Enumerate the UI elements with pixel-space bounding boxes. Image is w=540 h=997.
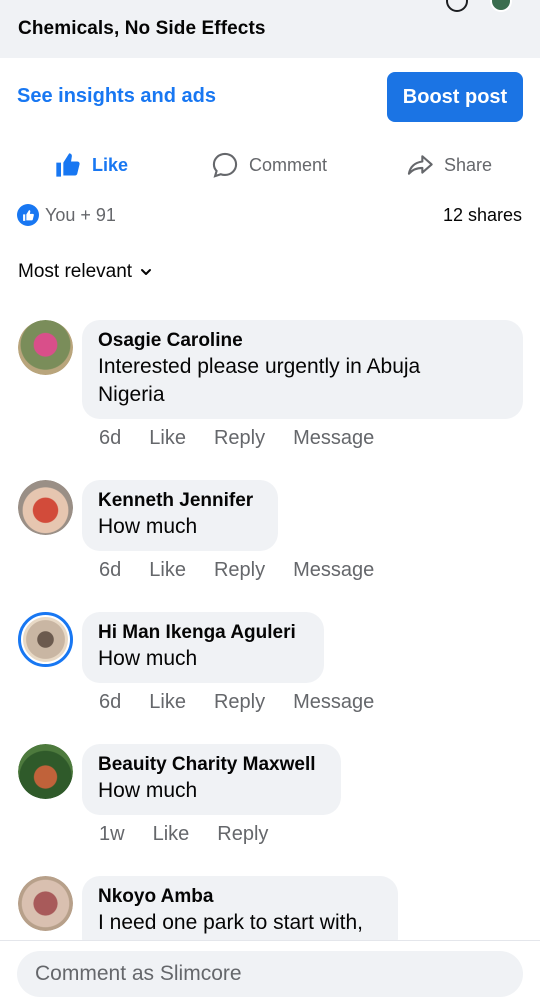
comment-like-action[interactable]: Like [149,427,186,450]
commenter-name[interactable]: Kenneth Jennifer [98,489,262,513]
comment-reply-action[interactable]: Reply [217,823,268,846]
comment-message-action[interactable]: Message [293,559,374,582]
comment-message-action[interactable]: Message [293,691,374,714]
comment-like-action[interactable]: Like [153,823,190,846]
comment-bubble-icon [212,152,238,178]
comment-reply-action[interactable]: Reply [214,427,265,450]
comment-meta: 6d Like Reply Message [99,691,402,714]
comment-meta: 6d Like Reply Message [99,427,402,450]
comment-text: I need one park to start with, [98,911,363,934]
comment-meta: 1w Like Reply [99,823,296,846]
comment-label: Comment [249,154,328,175]
share-arrow-icon [407,155,433,175]
comment-like-action[interactable]: Like [149,559,186,582]
like-reaction-icon [17,204,39,226]
see-insights-link[interactable]: See insights and ads [17,85,216,108]
reaction-summary[interactable]: You + 91 [17,204,116,226]
comment-time: 6d [99,559,122,581]
like-button[interactable]: Like [54,140,128,190]
top-cut-icons [446,0,512,12]
avatar[interactable] [18,480,73,535]
like-label: Like [92,154,129,175]
comment-time: 6d [99,427,122,449]
post-caption-text: Chemicals, No Side Effects [18,18,266,39]
post-caption-area: Chemicals, No Side Effects [0,0,540,58]
profile-avatar[interactable] [490,0,512,12]
share-button[interactable]: Share [406,140,492,190]
avatar[interactable] [18,876,73,931]
boost-post-button[interactable]: Boost post [387,72,523,122]
comment-text: Interested please urgently in Abuja [98,355,421,378]
avatar[interactable] [18,612,73,667]
avatar[interactable] [18,320,73,375]
avatar[interactable] [18,744,73,799]
sort-label: Most relevant [18,261,133,282]
comment-time: 1w [99,823,125,845]
comment-text: Nigeria [98,383,165,406]
search-icon[interactable] [446,0,468,12]
comment-text: How much [98,647,198,670]
comment-sort-dropdown[interactable]: Most relevant [18,261,152,283]
comment-text: How much [98,779,198,802]
comment-composer [0,940,540,997]
comment-bubble[interactable]: Osagie Caroline Interested please urgent… [82,320,523,419]
commenter-name[interactable]: Beauity Charity Maxwell [98,753,325,777]
comment-reply-action[interactable]: Reply [214,691,265,714]
comment-like-action[interactable]: Like [149,691,186,714]
comment-button[interactable]: Comment [211,140,327,190]
share-label: Share [444,154,493,175]
chevron-down-icon [141,269,152,275]
comment-meta: 6d Like Reply Message [99,559,402,582]
commenter-name[interactable]: Nkoyo Amba [98,885,382,909]
post-action-row: Like Comment Share [0,140,540,190]
commenter-name[interactable]: Hi Man Ikenga Aguleri [98,621,308,645]
comment-reply-action[interactable]: Reply [214,559,265,582]
comment-time: 6d [99,691,122,713]
comment-text: How much [98,515,198,538]
comment-bubble[interactable]: Hi Man Ikenga Aguleri How much [82,612,324,683]
commenter-name[interactable]: Osagie Caroline [98,329,507,353]
comment-input[interactable] [17,951,523,997]
reaction-count: You + 91 [45,204,116,225]
comment-message-action[interactable]: Message [293,427,374,450]
comment-bubble[interactable]: Beauity Charity Maxwell How much [82,744,341,815]
shares-count[interactable]: 12 shares [443,205,522,226]
comment-bubble[interactable]: Kenneth Jennifer How much [82,480,278,551]
thumbs-up-icon [56,153,80,177]
